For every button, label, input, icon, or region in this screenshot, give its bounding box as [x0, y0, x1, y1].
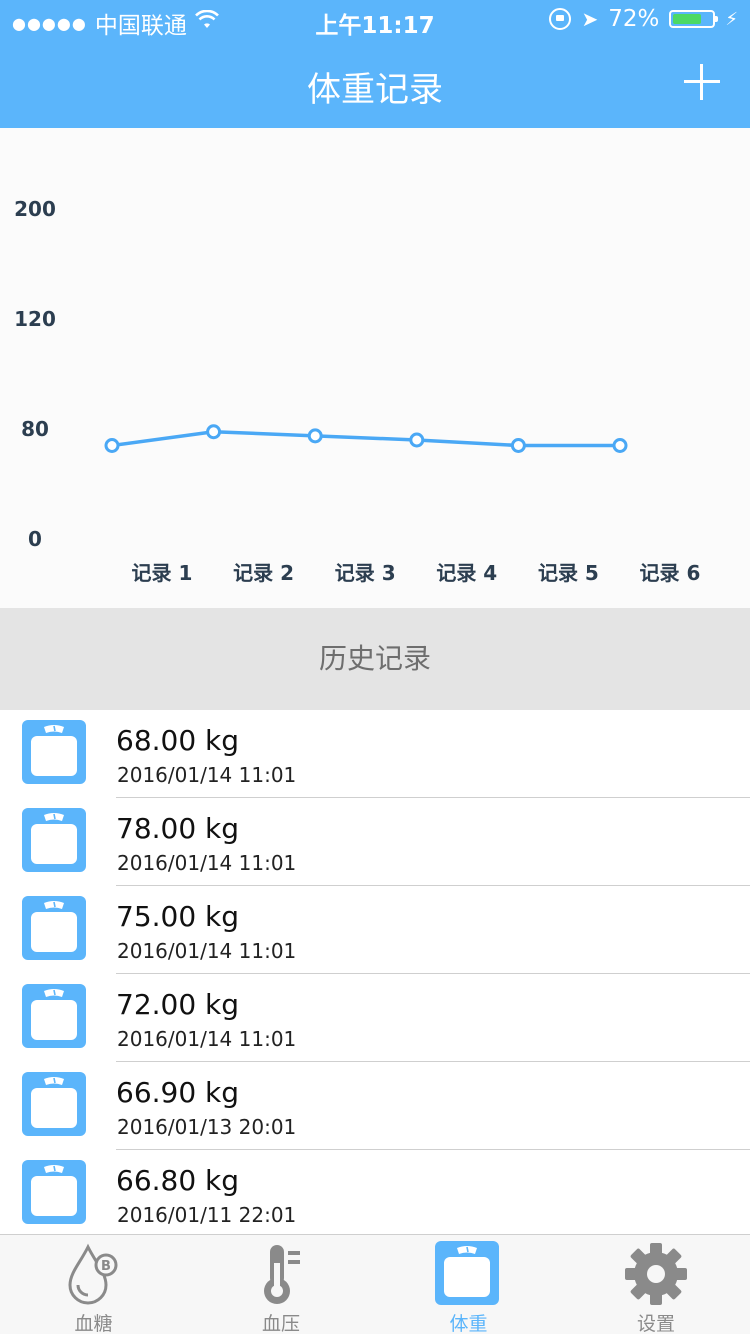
add-record-button[interactable] — [682, 62, 722, 102]
series-line — [111, 430, 620, 448]
record-date: 2016/01/14 11:01 — [117, 851, 297, 875]
thermometer-icon — [248, 1241, 314, 1307]
status-right: ➤ 72% ⚡ — [549, 6, 738, 32]
history-row[interactable]: 68.00 kg 2016/01/14 11:01 — [0, 710, 750, 798]
tab-scale[interactable]: 体重 — [375, 1235, 562, 1335]
y-tick-label: 80 — [21, 417, 49, 441]
history-row[interactable]: 66.80 kg 2016/01/11 22:01 — [0, 1150, 750, 1234]
x-category-label: 记录 3 — [335, 561, 396, 585]
svg-text:B: B — [101, 1259, 111, 1274]
weight-value: 66.90 kg — [116, 1076, 240, 1109]
record-date: 2016/01/14 11:01 — [117, 763, 297, 787]
history-list[interactable]: 68.00 kg 2016/01/14 11:01 78.00 kg 2016/01/… — [0, 710, 750, 1234]
tab-bar: B 血糖 血压 体重 设置 — [0, 1234, 750, 1335]
scale-icon — [22, 984, 86, 1048]
charging-bolt-icon: ⚡ — [725, 8, 738, 30]
x-category-label: 记录 2 — [233, 561, 294, 585]
weight-value: 66.80 kg — [116, 1164, 240, 1197]
tab-blood-sugar-drop[interactable]: B 血糖 — [0, 1235, 187, 1335]
battery-percent: 72% — [608, 6, 660, 32]
weight-chart: 200 120 80 0 记录 1 记录 2 记录 3 记录 4 记录 5 记录 6 — [0, 128, 750, 608]
tab-label: 体重 — [449, 1313, 488, 1335]
rotation-lock-icon — [549, 8, 572, 30]
y-tick-label: 0 — [28, 527, 42, 551]
weight-value: 75.00 kg — [116, 900, 240, 933]
tab-gear[interactable]: 设置 — [563, 1235, 750, 1335]
record-date: 2016/01/13 20:01 — [117, 1115, 297, 1139]
x-category-label: 记录 5 — [538, 561, 599, 585]
data-point[interactable] — [409, 432, 425, 448]
record-date: 2016/01/14 11:01 — [117, 1027, 297, 1051]
data-point[interactable] — [612, 438, 628, 453]
history-row[interactable]: 78.00 kg 2016/01/14 11:01 — [0, 798, 750, 886]
blood-sugar-drop-icon: B — [60, 1241, 126, 1307]
scale-icon — [22, 720, 86, 784]
scale-icon — [22, 1072, 86, 1136]
y-tick-label: 120 — [14, 307, 56, 331]
weight-value: 68.00 kg — [116, 724, 240, 757]
tab-label: 设置 — [636, 1313, 675, 1335]
location-arrow-icon: ➤ — [581, 7, 599, 31]
history-header: 历史记录 — [0, 608, 750, 710]
y-tick-label: 200 — [14, 197, 56, 221]
data-point[interactable] — [510, 438, 526, 453]
data-point[interactable] — [307, 428, 323, 444]
x-category-label: 记录 1 — [132, 561, 193, 585]
weight-value: 72.00 kg — [116, 988, 240, 1021]
record-date: 2016/01/11 22:01 — [117, 1203, 297, 1227]
tab-label: 血压 — [261, 1313, 300, 1335]
x-category-label: 记录 6 — [640, 561, 701, 585]
nav-bar: 体重记录 — [0, 40, 750, 128]
history-row[interactable]: 72.00 kg 2016/01/14 11:01 — [0, 974, 750, 1062]
scale-icon — [22, 1160, 86, 1224]
weight-value: 78.00 kg — [116, 812, 240, 845]
scale-icon — [22, 808, 86, 872]
data-point[interactable] — [206, 424, 222, 440]
battery-fill — [673, 14, 701, 24]
page-title: 体重记录 — [307, 70, 443, 110]
history-row[interactable]: 66.90 kg 2016/01/13 20:01 — [0, 1062, 750, 1150]
status-bar: ●●●●● 中国联通 上午11:17 ➤ 72% ⚡ — [0, 0, 750, 40]
scale-icon — [22, 896, 86, 960]
battery-icon — [669, 10, 719, 28]
history-row[interactable]: 75.00 kg 2016/01/14 11:01 — [0, 886, 750, 974]
x-category-label: 记录 4 — [436, 561, 497, 585]
tab-thermometer[interactable]: 血压 — [188, 1235, 375, 1335]
gear-icon — [623, 1241, 689, 1307]
line-chart-svg: 200 120 80 0 记录 1 记录 2 记录 3 记录 4 记录 5 记录 6 — [14, 197, 701, 585]
tab-label: 血糖 — [74, 1313, 113, 1335]
record-date: 2016/01/14 11:01 — [117, 939, 297, 963]
data-point[interactable] — [104, 438, 120, 453]
scale-icon — [435, 1241, 501, 1307]
